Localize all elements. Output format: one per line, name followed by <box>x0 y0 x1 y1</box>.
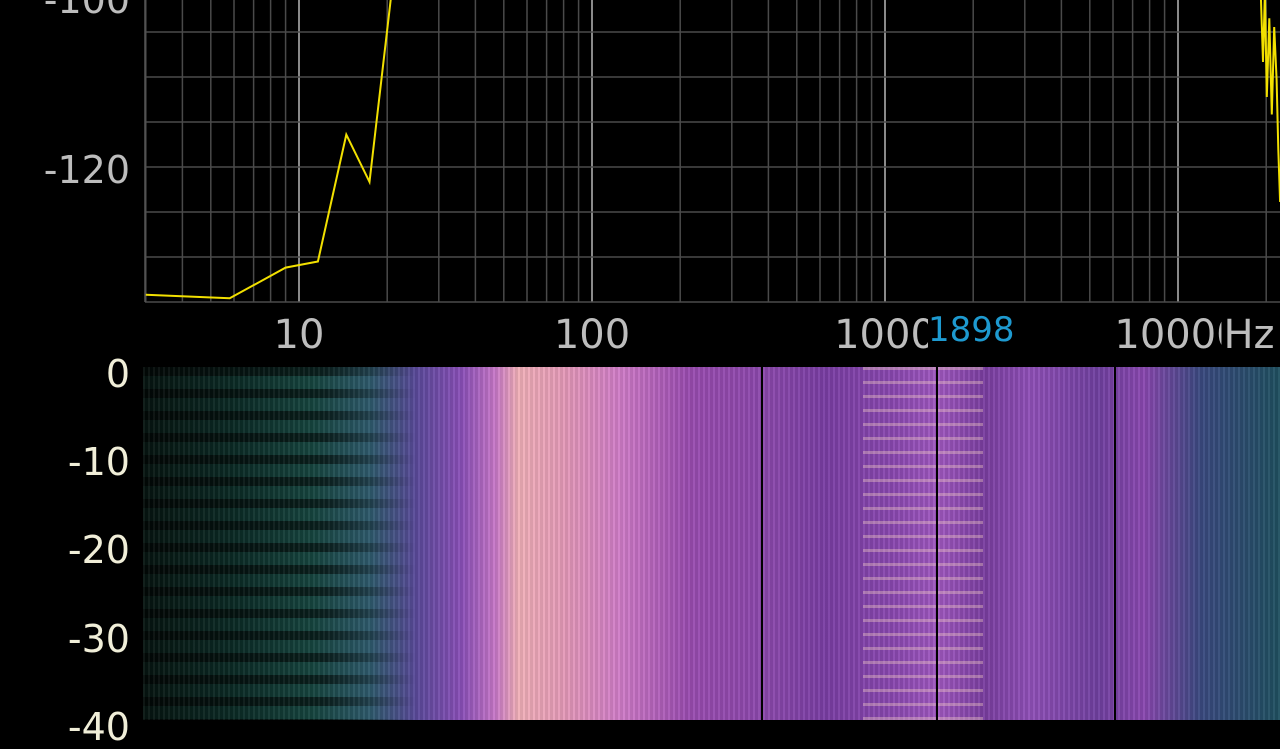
time-label-10: -10 <box>67 440 130 484</box>
x-label-100: 100 <box>553 312 631 358</box>
x-unit-label: Hz <box>1221 312 1275 358</box>
cursor-line[interactable] <box>936 367 938 720</box>
spectrogram-harmonic-band <box>863 367 983 720</box>
spectrum-trace <box>145 0 1280 300</box>
x-label-1000: 1000 <box>834 312 936 358</box>
x-label-10: 10 <box>273 312 325 358</box>
time-label-20: -20 <box>67 528 130 572</box>
time-label-40: -40 <box>67 705 130 749</box>
grid <box>144 0 1280 303</box>
time-label-0: 0 <box>105 352 130 396</box>
y-label-minus-120: -120 <box>43 148 130 192</box>
marker-line <box>761 367 763 720</box>
spectrogram[interactable] <box>143 367 1280 720</box>
time-label-30: -30 <box>67 617 130 661</box>
spectrogram-noise <box>143 367 1280 720</box>
spectrum-plot[interactable] <box>0 0 1280 310</box>
marker-line <box>1114 367 1116 720</box>
y-label-minus-100: -100 <box>43 0 130 22</box>
cursor-frequency-label: 1898 <box>928 310 1015 350</box>
